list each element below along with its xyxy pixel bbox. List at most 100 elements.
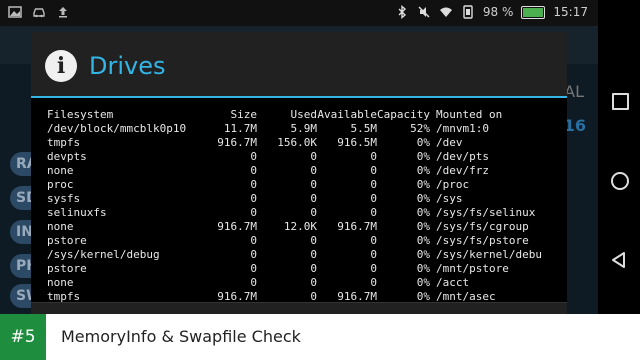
table-cell: 5.5M [350,122,378,135]
table-cell: 0 [370,206,377,219]
table-cell: 12.0K [283,220,317,233]
table-cell: 0 [250,150,257,163]
home-button[interactable] [609,170,629,190]
table-cell: /sys/fs/selinux [435,206,536,219]
table-cell: /dev [435,136,463,149]
table-cell: pstore [47,234,87,247]
status-bar: 98 % 15:17 [0,0,598,26]
table-cell: 0 [310,150,317,163]
table-cell: /mnt/pstore [435,262,509,275]
table-cell: 0% [416,150,430,163]
table-cell: 916.7M [217,290,257,302]
table-cell: 0 [370,178,377,191]
table-cell: 0% [416,276,430,289]
table-cell: 0 [250,248,257,261]
battery-icon [521,5,546,19]
column-header: Filesystem [47,108,114,121]
table-cell: 916.5M [337,136,377,149]
table-row: none 0 0 0 0% /dev/frz [47,164,556,178]
table-cell: 0% [416,164,430,177]
table-cell: 0 [310,164,317,177]
table-row: pstore 0 0 0 0% /sys/fs/pstore [47,234,556,248]
table-cell: 156.0K [277,136,317,149]
table-cell: 0% [416,220,430,233]
table-cell: 0% [416,136,430,149]
rank-badge: #5 [0,314,46,360]
table-row: pstore 0 0 0 0% /mnt/pstore [47,262,556,276]
table-cell: none [47,276,74,289]
table-cell: none [47,164,74,177]
table-cell: /sys [435,192,463,205]
table-cell: 0 [310,290,317,302]
table-cell: 0 [310,262,317,275]
table-cell: 0% [416,248,430,261]
table-cell: 916.7M [217,220,257,233]
table-cell: 0 [370,276,377,289]
table-cell: 0 [310,178,317,191]
table-cell: /mnvm1:0 [435,122,489,135]
battery-percent: 98 % [482,5,514,19]
table-cell: 0 [250,262,257,275]
back-button[interactable] [609,250,629,270]
table-cell: 0 [250,164,257,177]
table-cell: 0% [416,234,430,247]
image-icon [8,6,22,18]
drives-dialog: i Drives Filesystem Size Used Available … [31,32,567,331]
table-cell: 0 [250,276,257,289]
app-banner: #5 MemoryInfo & Swapfile Check [0,314,640,360]
table-cell: 0 [250,206,257,219]
column-header: Mounted on [435,108,503,121]
table-cell: 0% [416,178,430,191]
table-row: proc 0 0 0 0% /proc [47,178,556,192]
wifi-icon [439,7,452,17]
background-number: 16 [563,116,586,135]
table-cell: pstore [47,262,87,275]
table-cell: /proc [435,178,470,191]
table-cell: tmpfs [47,290,81,302]
table-cell: 0% [416,290,430,302]
column-header: Used [290,108,318,121]
filesystem-table: Filesystem Size Used Available Capacity … [47,108,556,302]
table-cell: 0 [310,206,317,219]
dialog-title: Drives [89,52,166,80]
recents-button[interactable] [609,90,629,110]
column-header: Capacity [377,108,430,121]
table-row: devpts 0 0 0 0% /dev/pts [47,150,556,164]
car-icon [33,8,45,18]
table-cell: /dev/frz [435,164,489,177]
column-header: Size [230,108,258,121]
table-cell: 11.7M [223,122,257,135]
upload-icon [59,7,67,18]
table-row: tmpfs 916.7M 0 916.7M 0% /mnt/asec [47,290,556,302]
table-cell: 0 [310,234,317,247]
drives-output[interactable]: Filesystem Size Used Available Capacity … [31,98,567,302]
table-cell: proc [47,178,74,191]
table-cell: 0% [416,192,430,205]
table-cell: 0 [370,234,377,247]
table-cell: /sys/fs/pstore [435,234,529,247]
column-header: Available [317,108,377,121]
navigation-bar [598,0,640,314]
table-cell: selinuxfs [47,206,107,219]
table-row: tmpfs 916.7M 156.0K 916.5M 0% /dev [47,136,556,150]
table-cell: tmpfs [47,136,81,149]
table-cell: sysfs [47,192,81,205]
table-cell: /mnt/asec [435,290,496,302]
mute-icon [418,6,430,18]
app-name: MemoryInfo & Swapfile Check [61,327,301,346]
table-cell: 0 [370,164,377,177]
background-label: AL [564,82,584,101]
table-cell: 52% [410,122,430,135]
table-row: none 0 0 0 0% /acct [47,276,556,290]
table-cell: 0 [310,276,317,289]
table-cell: 0 [370,248,377,261]
status-bar-notifications [8,5,70,19]
table-cell: /sys/fs/cgroup [435,220,529,233]
table-cell: 0 [310,192,317,205]
table-row: selinuxfs 0 0 0 0% /sys/fs/selinux [47,206,556,220]
table-cell: 0 [310,248,317,261]
table-cell: 5.9M [290,122,318,135]
clock: 15:17 [553,5,588,19]
table-cell: 916.7M [217,136,257,149]
table-cell: 916.7M [337,290,377,302]
